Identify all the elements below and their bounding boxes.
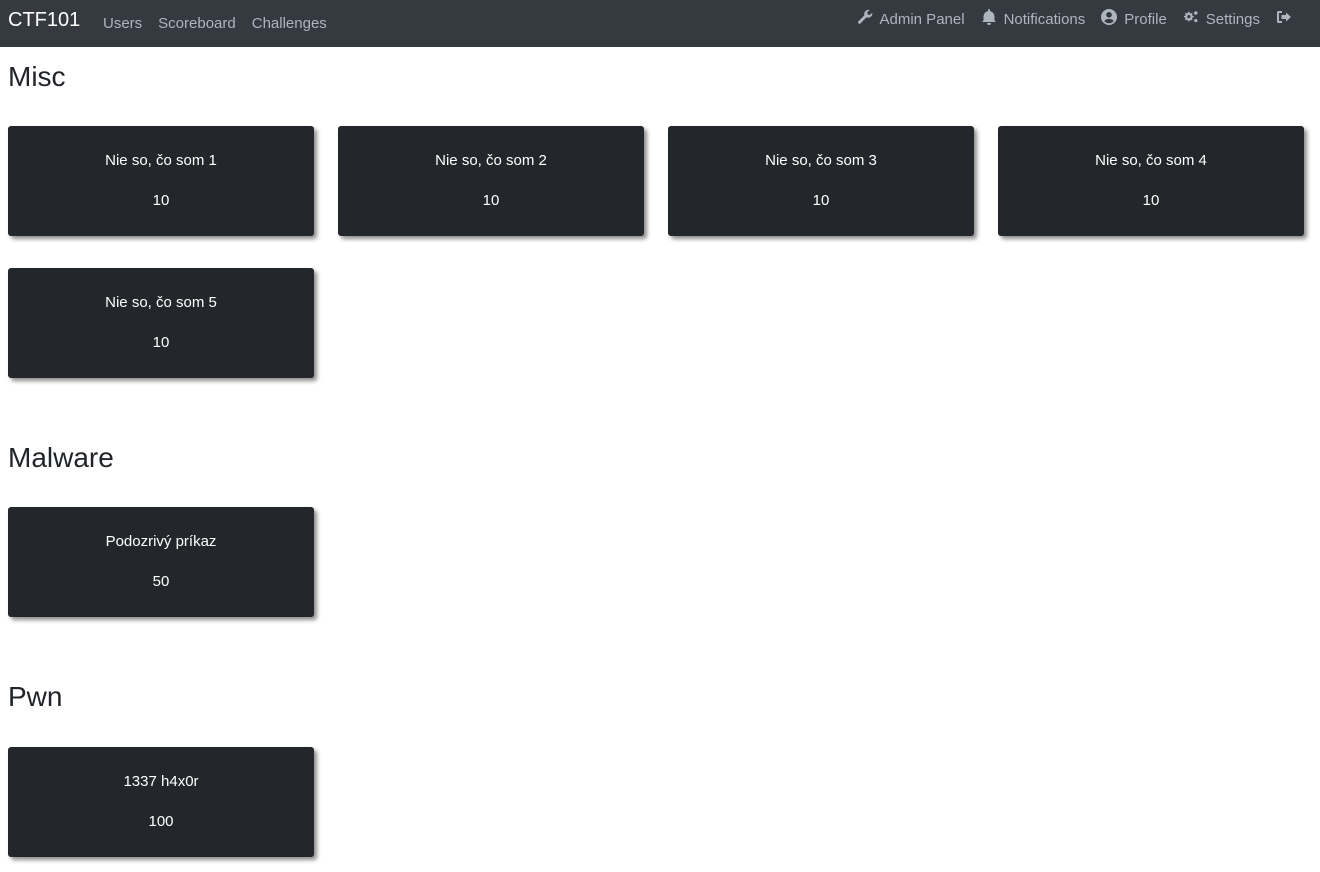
- category-title-pwn: Pwn: [8, 681, 63, 712]
- brand-logo[interactable]: CTF101: [8, 8, 80, 32]
- challenge-card[interactable]: Nie so, čo som 1 10: [8, 126, 314, 236]
- nav-link-profile-label: Profile: [1124, 10, 1167, 28]
- challenge-name: Nie so, čo som 1: [105, 152, 217, 169]
- challenge-name: Nie so, čo som 2: [435, 152, 547, 169]
- challenge-value: 10: [482, 192, 500, 209]
- nav-link-admin-panel-label: Admin Panel: [879, 10, 965, 28]
- challenge-name: Nie so, čo som 3: [765, 152, 877, 169]
- nav-link-challenges[interactable]: Challenges: [252, 5, 327, 43]
- challenge-name: Nie so, čo som 4: [1095, 152, 1207, 169]
- cogs-icon: [1183, 9, 1206, 29]
- challenge-value: 10: [152, 334, 170, 351]
- challenge-card[interactable]: Nie so, čo som 5 10: [8, 268, 314, 378]
- user-circle-icon: [1101, 9, 1124, 29]
- challenge-name: 1337 h4x0r: [123, 773, 199, 790]
- challenge-card[interactable]: Nie so, čo som 4 10: [998, 126, 1304, 236]
- nav-link-scoreboard[interactable]: Scoreboard: [158, 5, 236, 43]
- challenge-value: 10: [152, 192, 170, 209]
- logout-button[interactable]: [1276, 9, 1292, 29]
- nav-link-users[interactable]: Users: [103, 5, 142, 43]
- challenge-card[interactable]: Nie so, čo som 3 10: [668, 126, 974, 236]
- nav-link-profile[interactable]: Profile: [1101, 9, 1167, 29]
- bell-icon: [981, 9, 1004, 29]
- category-title-misc: Misc: [8, 61, 66, 92]
- wrench-icon: [857, 9, 880, 29]
- sign-out-icon: [1276, 9, 1292, 29]
- challenge-name: Nie so, čo som 5: [105, 294, 217, 311]
- nav-user-links: Admin Panel Notifications Profile Settin…: [857, 0, 1293, 38]
- challenge-value: 50: [152, 573, 170, 590]
- nav-link-admin-panel[interactable]: Admin Panel: [857, 9, 965, 29]
- challenge-value: 100: [148, 813, 174, 830]
- nav-link-notifications[interactable]: Notifications: [981, 9, 1086, 29]
- challenge-card[interactable]: 1337 h4x0r 100: [8, 747, 314, 857]
- challenge-value: 10: [812, 192, 830, 209]
- navbar: CTF101 Users Scoreboard Challenges Admin…: [0, 0, 1320, 47]
- nav-link-settings[interactable]: Settings: [1183, 9, 1260, 29]
- challenge-card[interactable]: Podozrivý príkaz 50: [8, 507, 314, 617]
- category-title-malware: Malware: [8, 442, 114, 473]
- nav-link-notifications-label: Notifications: [1003, 10, 1086, 28]
- nav-link-settings-label: Settings: [1205, 10, 1260, 28]
- challenge-name: Podozrivý príkaz: [105, 533, 217, 550]
- challenge-value: 10: [1142, 192, 1160, 209]
- nav-main-links: Users Scoreboard Challenges: [103, 0, 343, 47]
- challenge-card[interactable]: Nie so, čo som 2 10: [338, 126, 644, 236]
